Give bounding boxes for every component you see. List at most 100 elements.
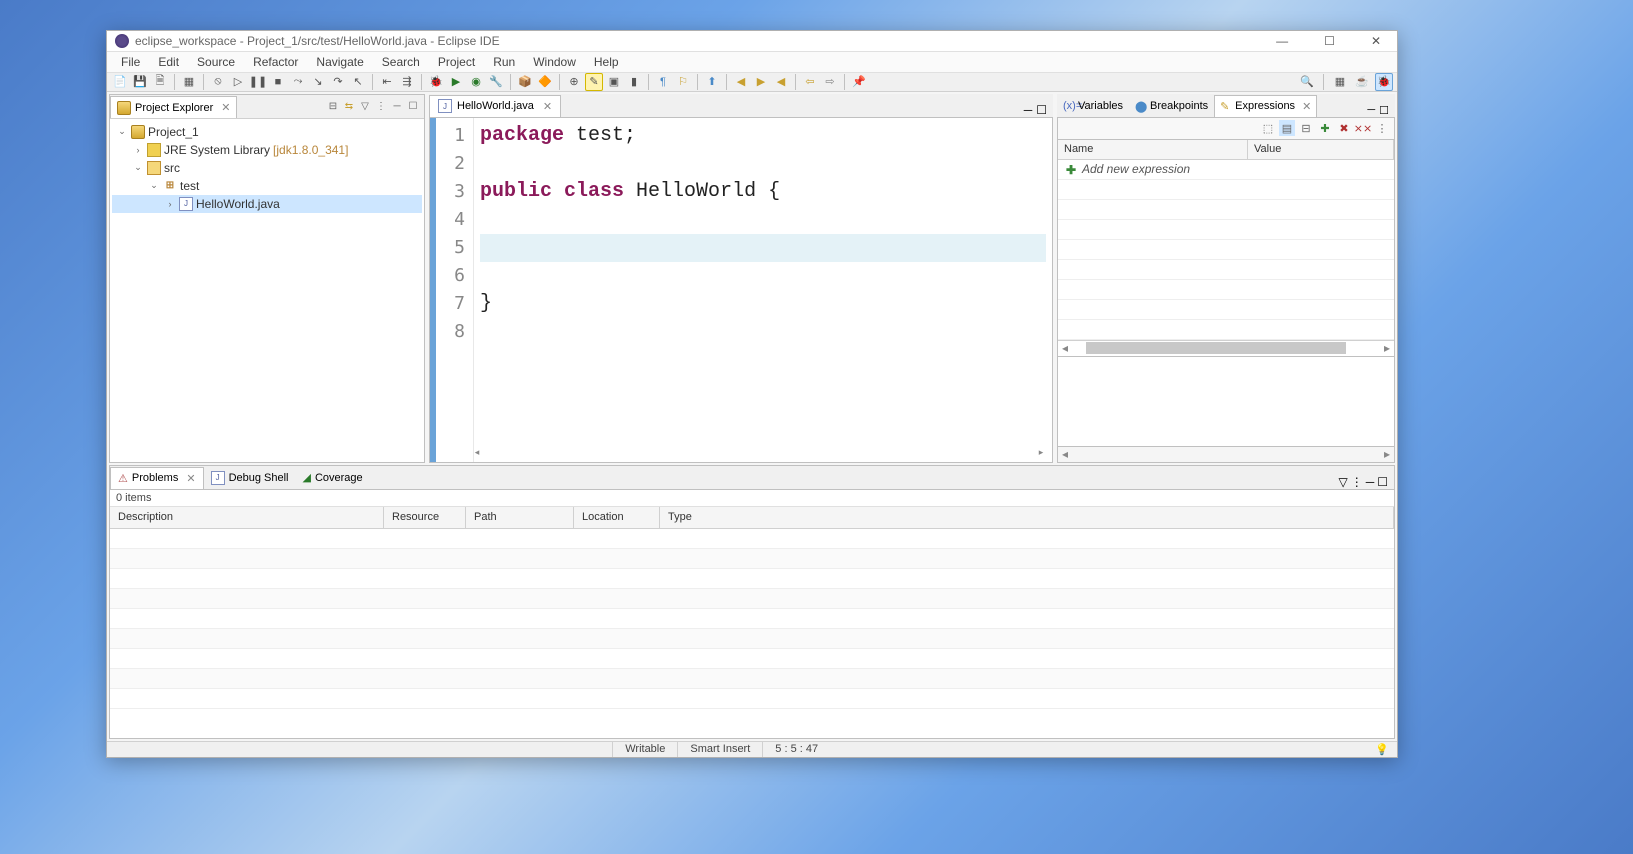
column-name[interactable]: Name	[1058, 140, 1248, 159]
tip-icon[interactable]: 💡	[1375, 743, 1389, 756]
skip-breakpoints-icon[interactable]: ⦸	[209, 73, 227, 91]
menu-source[interactable]: Source	[189, 52, 243, 72]
tab-debug-shell[interactable]: J Debug Shell	[204, 467, 296, 489]
maximize-editor-icon[interactable]: ☐	[1036, 103, 1047, 117]
view-menu-icon[interactable]: ⋮	[1374, 120, 1390, 136]
open-perspective-icon[interactable]: ▦	[1331, 73, 1349, 91]
detail-scrollbar[interactable]: ◂ ▸	[1057, 447, 1395, 463]
close-button[interactable]: ✕	[1363, 32, 1389, 50]
step-into-icon[interactable]: ↘	[309, 73, 327, 91]
scroll-right-icon[interactable]: ▸	[1380, 341, 1394, 355]
show-type-names-icon[interactable]: ⬚	[1260, 120, 1276, 136]
column-path[interactable]: Path	[466, 507, 574, 528]
close-icon[interactable]: ✕	[1302, 100, 1311, 113]
horizontal-scrollbar[interactable]: ◂ ▸	[1058, 340, 1394, 356]
column-description[interactable]: Description	[110, 507, 384, 528]
drop-frame-icon[interactable]: ⇤	[378, 73, 396, 91]
save-all-icon[interactable]: 🗎	[151, 73, 169, 91]
debug-icon[interactable]: 🐞	[427, 73, 445, 91]
maximize-button[interactable]: ☐	[1316, 32, 1343, 50]
scroll-left-icon[interactable]: ◂	[470, 446, 484, 460]
tree-jre[interactable]: › JRE System Library [jdk1.8.0_341]	[112, 141, 422, 159]
step-over-icon[interactable]: ↷	[329, 73, 347, 91]
remove-icon[interactable]: ✖	[1336, 120, 1352, 136]
tree-src[interactable]: ⌄ src	[112, 159, 422, 177]
annotation-nav-icon[interactable]: ⚐	[674, 73, 692, 91]
add-expression-row[interactable]: ✚ Add new expression	[1058, 160, 1394, 180]
nav-forward-icon[interactable]: ⇨	[821, 73, 839, 91]
scroll-right-icon[interactable]: ▸	[1380, 447, 1394, 461]
pin-icon[interactable]: 📌	[850, 73, 868, 91]
forward-icon[interactable]: ▶	[752, 73, 770, 91]
external-tools-icon[interactable]: 🔧	[487, 73, 505, 91]
minimize-editor-icon[interactable]: ─	[1024, 103, 1033, 117]
view-menu-icon[interactable]: ⋮	[374, 99, 388, 113]
debug-perspective-icon[interactable]: 🐞	[1375, 73, 1393, 91]
search-access-icon[interactable]: 🔍	[1298, 73, 1316, 91]
minimize-view-icon[interactable]: ─	[1366, 475, 1375, 489]
suspend-icon[interactable]: ❚❚	[249, 73, 267, 91]
toggle-block-icon[interactable]: ▣	[605, 73, 623, 91]
scrollbar-thumb[interactable]	[1086, 342, 1346, 354]
menu-refactor[interactable]: Refactor	[245, 52, 306, 72]
maximize-view-icon[interactable]: ☐	[1379, 104, 1389, 117]
step-return-icon[interactable]: ↖	[349, 73, 367, 91]
maximize-view-icon[interactable]: ☐	[406, 99, 420, 113]
new-package-icon[interactable]: 📦	[516, 73, 534, 91]
close-icon[interactable]: ✕	[543, 100, 552, 113]
scroll-left-icon[interactable]: ◂	[1058, 447, 1072, 461]
filter-icon[interactable]: ▽	[1338, 475, 1347, 489]
toggle-mark-icon[interactable]: ▮	[625, 73, 643, 91]
editor-tab-helloworld[interactable]: J HelloWorld.java ✕	[429, 95, 561, 117]
new-class-icon[interactable]: 🔶	[536, 73, 554, 91]
remove-all-icon[interactable]: ⨯⨯	[1355, 120, 1371, 136]
run-icon[interactable]: ▶	[447, 73, 465, 91]
project-explorer-tab[interactable]: Project Explorer ✕	[110, 96, 237, 118]
resume-icon[interactable]: ▷	[229, 73, 247, 91]
scroll-right-icon[interactable]: ▸	[1034, 446, 1048, 460]
menu-project[interactable]: Project	[430, 52, 483, 72]
switch-icon[interactable]: ▦	[180, 73, 198, 91]
show-whitespace-icon[interactable]: ¶	[654, 73, 672, 91]
chevron-right-icon[interactable]: ›	[164, 199, 176, 209]
column-value[interactable]: Value	[1248, 140, 1394, 159]
minimize-view-icon[interactable]: ─	[1367, 104, 1375, 116]
menu-search[interactable]: Search	[374, 52, 428, 72]
last-edit-icon[interactable]: ◀	[772, 73, 790, 91]
tab-breakpoints[interactable]: ⬤ Breakpoints	[1129, 95, 1214, 117]
minimize-button[interactable]: —	[1268, 32, 1296, 50]
horizontal-scrollbar[interactable]: ◂ ▸	[470, 446, 1048, 460]
disconnect-icon[interactable]: ⤳	[289, 73, 307, 91]
column-type[interactable]: Type	[660, 507, 1394, 528]
scroll-left-icon[interactable]: ◂	[1058, 341, 1072, 355]
tree-project[interactable]: ⌄ Project_1	[112, 123, 422, 141]
show-logical-icon[interactable]: ▤	[1279, 120, 1295, 136]
collapse-all-icon[interactable]: ⊟	[326, 99, 340, 113]
tree-package[interactable]: ⌄ ⊞ test	[112, 177, 422, 195]
tab-problems[interactable]: ⚠ Problems ✕	[110, 467, 204, 489]
code-content[interactable]: package test; public class HelloWorld { …	[474, 118, 1052, 462]
menu-file[interactable]: File	[113, 52, 148, 72]
menu-navigate[interactable]: Navigate	[308, 52, 371, 72]
close-icon[interactable]: ✕	[186, 472, 195, 485]
prev-annotation-icon[interactable]: ⬆	[703, 73, 721, 91]
nav-back-icon[interactable]: ⇦	[801, 73, 819, 91]
code-editor[interactable]: 1 2 3 4 5 6 7 8 package test; public cla…	[429, 118, 1053, 463]
column-location[interactable]: Location	[574, 507, 660, 528]
menu-window[interactable]: Window	[525, 52, 584, 72]
step-filters-icon[interactable]: ⇶	[398, 73, 416, 91]
chevron-down-icon[interactable]: ⌄	[148, 180, 160, 191]
menu-run[interactable]: Run	[485, 52, 523, 72]
view-menu-icon[interactable]: ⋮	[1351, 475, 1363, 489]
java-perspective-icon[interactable]: ☕	[1353, 73, 1371, 91]
new-icon[interactable]: 📄	[111, 73, 129, 91]
back-icon[interactable]: ◀	[732, 73, 750, 91]
tab-coverage[interactable]: ◢ Coverage	[296, 467, 370, 489]
toggle-highlight-icon[interactable]: ✎	[585, 73, 603, 91]
link-editor-icon[interactable]: ⇆	[342, 99, 356, 113]
filter-icon[interactable]: ▽	[358, 99, 372, 113]
chevron-right-icon[interactable]: ›	[132, 145, 144, 155]
add-expression-icon[interactable]: ✚	[1317, 120, 1333, 136]
collapse-all-icon[interactable]: ⊟	[1298, 120, 1314, 136]
coverage-icon[interactable]: ◉	[467, 73, 485, 91]
